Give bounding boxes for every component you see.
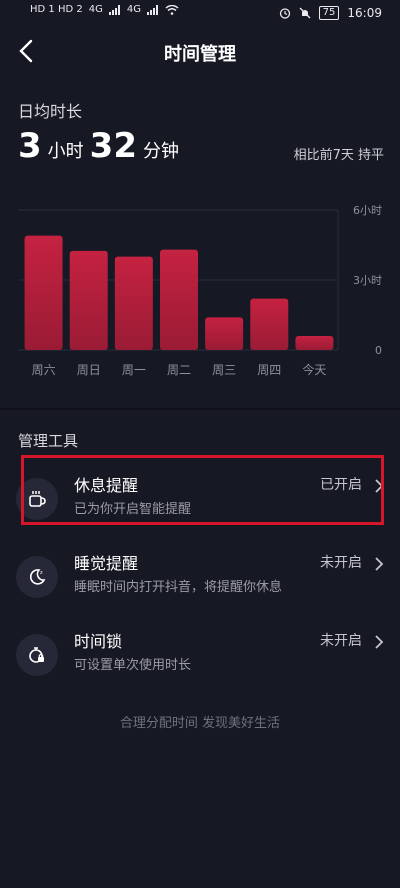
- x-tick-label: 周三: [212, 363, 236, 377]
- usage-bar-chart: 6小时 3小时 0 周六 周日 周一 周二 周三 周四 今天: [18, 204, 382, 377]
- hours-unit: 小时: [47, 141, 84, 162]
- item-name: 时间锁: [74, 632, 123, 651]
- x-tick-label: 今天: [302, 362, 326, 377]
- item-status: 未开启: [320, 633, 362, 649]
- status-right: 75 16:09: [279, 6, 382, 20]
- y-tick-label: 6小时: [353, 204, 382, 217]
- svg-text:z: z: [40, 570, 43, 576]
- clock: 16:09: [347, 6, 382, 20]
- tools-section-title: 管理工具: [18, 432, 79, 450]
- x-tick-label: 周日: [77, 363, 101, 377]
- item-desc: 睡眠时间内打开抖音，将提醒你休息: [74, 580, 283, 595]
- battery-level: 75: [318, 6, 340, 20]
- lock-timer-icon: [29, 647, 44, 663]
- bar-周三[interactable]: [205, 317, 244, 350]
- x-tick-label: 周四: [257, 363, 281, 377]
- status-left: HD 1 HD 2 4G 4G: [30, 4, 179, 15]
- status-bar: HD 1 HD 2 4G 4G 75 16:09: [0, 0, 400, 30]
- bar-今天[interactable]: [295, 336, 334, 350]
- bar-周一[interactable]: [114, 256, 153, 350]
- page-title: 时间管理: [164, 44, 236, 65]
- header: 时间管理: [0, 34, 400, 68]
- x-tick-label: 周二: [167, 363, 191, 377]
- highlight-box: [21, 455, 384, 525]
- chevron-right-icon: [375, 557, 384, 571]
- item-desc: 可设置单次使用时长: [74, 658, 192, 673]
- daily-average-value: 3 小时 32 分钟: [18, 126, 179, 166]
- section-divider: [0, 408, 400, 410]
- signal-bars-icon: [108, 4, 120, 15]
- sleep-reminder-item[interactable]: z 睡觉提醒 睡眠时间内打开抖音，将提醒你休息 未开启: [0, 544, 400, 604]
- bar-周六[interactable]: [24, 235, 63, 350]
- bar-周二[interactable]: [160, 249, 198, 350]
- signal-2: 4G: [126, 4, 141, 15]
- signal-bars-icon: [146, 4, 158, 15]
- x-tick-label: 周六: [32, 363, 56, 377]
- minutes-value: 32: [89, 126, 137, 166]
- hours-value: 3: [18, 126, 42, 166]
- item-status: 未开启: [320, 555, 362, 571]
- chevron-right-icon: [375, 635, 384, 649]
- icon-circle: z: [16, 556, 58, 598]
- footer-slogan: 合理分配时间 发现美好生活: [119, 716, 281, 731]
- item-name: 睡觉提醒: [74, 554, 139, 573]
- signal-1: 4G: [88, 4, 103, 15]
- daily-average-label: 日均时长: [18, 102, 83, 121]
- y-tick-label: 3小时: [353, 274, 382, 287]
- bar-周四[interactable]: [250, 298, 289, 350]
- sim-label: HD 1 HD 2: [30, 4, 83, 15]
- wifi-icon: [165, 4, 179, 15]
- alarm-icon: [279, 8, 290, 19]
- x-tick-label: 周一: [122, 363, 146, 377]
- minutes-unit: 分钟: [143, 141, 179, 162]
- icon-circle: [16, 634, 58, 676]
- y-tick-label: 0: [375, 344, 382, 357]
- time-lock-item[interactable]: 时间锁 可设置单次使用时长 未开启: [0, 622, 400, 682]
- mute-bell-icon: [299, 7, 311, 19]
- compare-text: 相比前7天 持平: [293, 148, 384, 163]
- bar-周日[interactable]: [69, 250, 108, 350]
- moon-icon: z: [29, 569, 46, 585]
